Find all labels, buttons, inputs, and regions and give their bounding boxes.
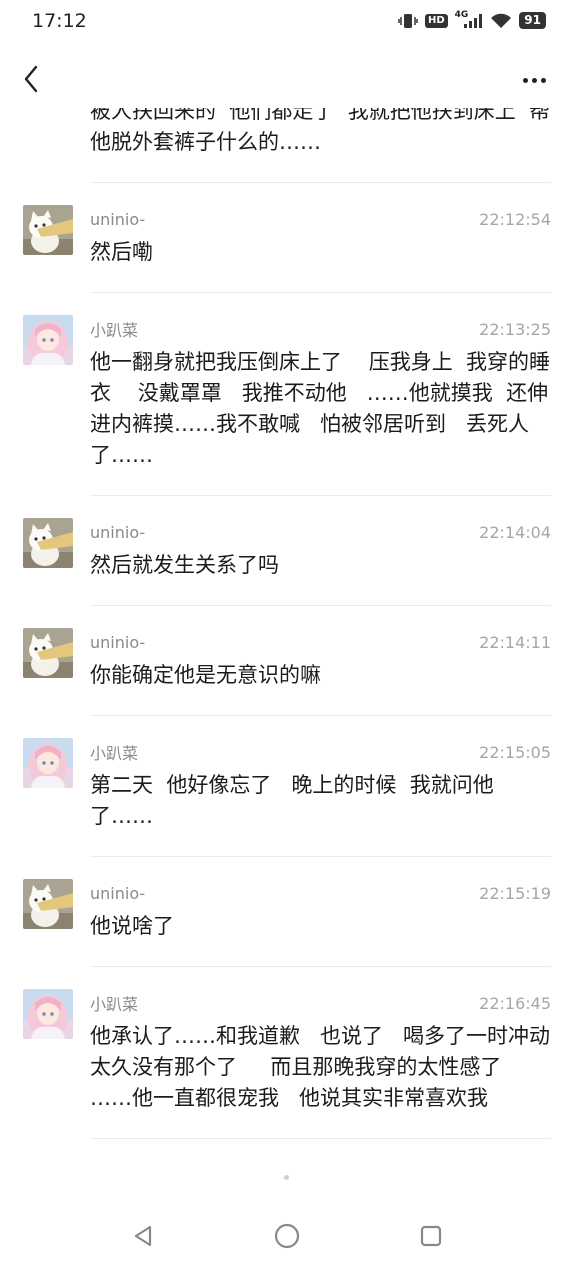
message-meta: uninio- 22:14:11 bbox=[90, 630, 551, 654]
back-button[interactable] bbox=[16, 62, 46, 96]
avatar-cat[interactable] bbox=[23, 879, 73, 929]
message-text: 你能确定他是无意识的嘛 bbox=[90, 663, 321, 687]
message-item[interactable]: 小趴菜 22:15:05 第二天 他好像忘了 晚上的时候 我就问他了…… bbox=[23, 716, 551, 857]
sender-name[interactable]: 小趴菜 bbox=[90, 317, 138, 341]
dot bbox=[540, 77, 546, 83]
wifi-icon bbox=[490, 13, 512, 29]
message-text: 被人扶回来的 他们都走了 我就把他扶到床上 帮他脱外套裤子什么的…… bbox=[90, 108, 551, 154]
system-nav-bar bbox=[0, 1216, 574, 1276]
avatar-cat[interactable] bbox=[23, 628, 73, 678]
message-time: 22:15:19 bbox=[479, 883, 551, 903]
message-item[interactable]: uninio- 22:12:54 然后嘞 bbox=[23, 183, 551, 293]
message-meta: 小趴菜 22:16:45 bbox=[90, 991, 551, 1015]
system-back-button[interactable] bbox=[123, 1216, 163, 1256]
sender-name[interactable]: uninio- bbox=[90, 884, 145, 903]
square-recents-icon bbox=[420, 1225, 442, 1247]
message-time: 22:14:04 bbox=[479, 522, 551, 542]
message-item[interactable]: 小趴菜 22:13:25 他一翻身就把我压倒床上了 压我身上 我穿的睡衣 没戴罩罩 … bbox=[23, 293, 551, 496]
message-meta: 小趴菜 22:15:05 bbox=[90, 740, 551, 764]
battery-indicator: 91 bbox=[519, 12, 546, 29]
chevron-left-icon bbox=[24, 65, 38, 93]
message-item[interactable]: uninio- 22:14:11 你能确定他是无意识的嘛 bbox=[23, 606, 551, 716]
status-bar: 17:12 HD 4G 91 bbox=[0, 0, 574, 44]
avatar-cat[interactable] bbox=[23, 205, 73, 255]
avatar-girl[interactable] bbox=[23, 738, 73, 788]
message-text: 他一翻身就把我压倒床上了 压我身上 我穿的睡衣 没戴罩罩 我推不动他 ……他就摸… bbox=[90, 350, 551, 467]
message-text: 第二天 他好像忘了 晚上的时候 我就问他了…… bbox=[90, 773, 494, 828]
sender-name[interactable]: uninio- bbox=[90, 633, 145, 652]
message-item[interactable]: 被人扶回来的 他们都走了 我就把他扶到床上 帮他脱外套裤子什么的…… bbox=[90, 108, 551, 183]
circle-home-icon bbox=[274, 1223, 300, 1249]
sender-name[interactable]: 小趴菜 bbox=[90, 740, 138, 764]
sender-name[interactable]: uninio- bbox=[90, 523, 145, 542]
avatar-cat[interactable] bbox=[23, 518, 73, 568]
message-time: 22:13:25 bbox=[479, 319, 551, 339]
more-options-button[interactable] bbox=[518, 70, 550, 90]
system-recents-button[interactable] bbox=[411, 1216, 451, 1256]
avatar-girl[interactable] bbox=[23, 989, 73, 1039]
message-feed: 被人扶回来的 他们都走了 我就把他扶到床上 帮他脱外套裤子什么的…… uninio… bbox=[0, 108, 574, 1139]
message-list[interactable]: 被人扶回来的 他们都走了 我就把他扶到床上 帮他脱外套裤子什么的…… uninio… bbox=[0, 108, 574, 1178]
message-text: 他说啥了 bbox=[90, 914, 174, 938]
message-time: 22:15:05 bbox=[479, 742, 551, 762]
status-icons: HD 4G 91 bbox=[398, 9, 546, 29]
message-item[interactable]: uninio- 22:14:04 然后就发生关系了吗 bbox=[23, 496, 551, 606]
status-time: 17:12 bbox=[32, 10, 87, 32]
hd-badge: HD bbox=[424, 13, 448, 28]
network-type: 4G bbox=[454, 9, 469, 20]
message-item[interactable]: uninio- 22:15:19 他说啥了 bbox=[23, 857, 551, 967]
vibrate-icon bbox=[398, 13, 418, 29]
message-text: 他承认了……和我道歉 也说了 喝多了一时冲动 太久没有那个了 而且那晚我穿的太性… bbox=[90, 1024, 551, 1110]
nav-bar bbox=[0, 52, 574, 108]
dot bbox=[531, 77, 537, 83]
sender-name[interactable]: 小趴菜 bbox=[90, 991, 138, 1015]
sender-name[interactable]: uninio- bbox=[90, 210, 145, 229]
message-time: 22:12:54 bbox=[479, 209, 551, 229]
message-time: 22:16:45 bbox=[479, 993, 551, 1013]
avatar-girl[interactable] bbox=[23, 315, 73, 365]
message-item[interactable]: 小趴菜 22:16:45 他承认了……和我道歉 也说了 喝多了一时冲动 太久没有那个… bbox=[23, 967, 551, 1139]
dot bbox=[522, 77, 528, 83]
scroll-indicator-dot bbox=[284, 1175, 289, 1180]
message-text: 然后嘞 bbox=[90, 240, 153, 264]
message-meta: 小趴菜 22:13:25 bbox=[90, 317, 551, 341]
message-time: 22:14:11 bbox=[479, 632, 551, 652]
message-meta: uninio- 22:15:19 bbox=[90, 881, 551, 905]
signal-icon: 4G bbox=[454, 9, 484, 29]
message-text: 然后就发生关系了吗 bbox=[90, 553, 279, 577]
message-meta: uninio- 22:14:04 bbox=[90, 520, 551, 544]
triangle-back-icon bbox=[134, 1225, 152, 1247]
system-home-button[interactable] bbox=[267, 1216, 307, 1256]
message-meta: uninio- 22:12:54 bbox=[90, 207, 551, 231]
